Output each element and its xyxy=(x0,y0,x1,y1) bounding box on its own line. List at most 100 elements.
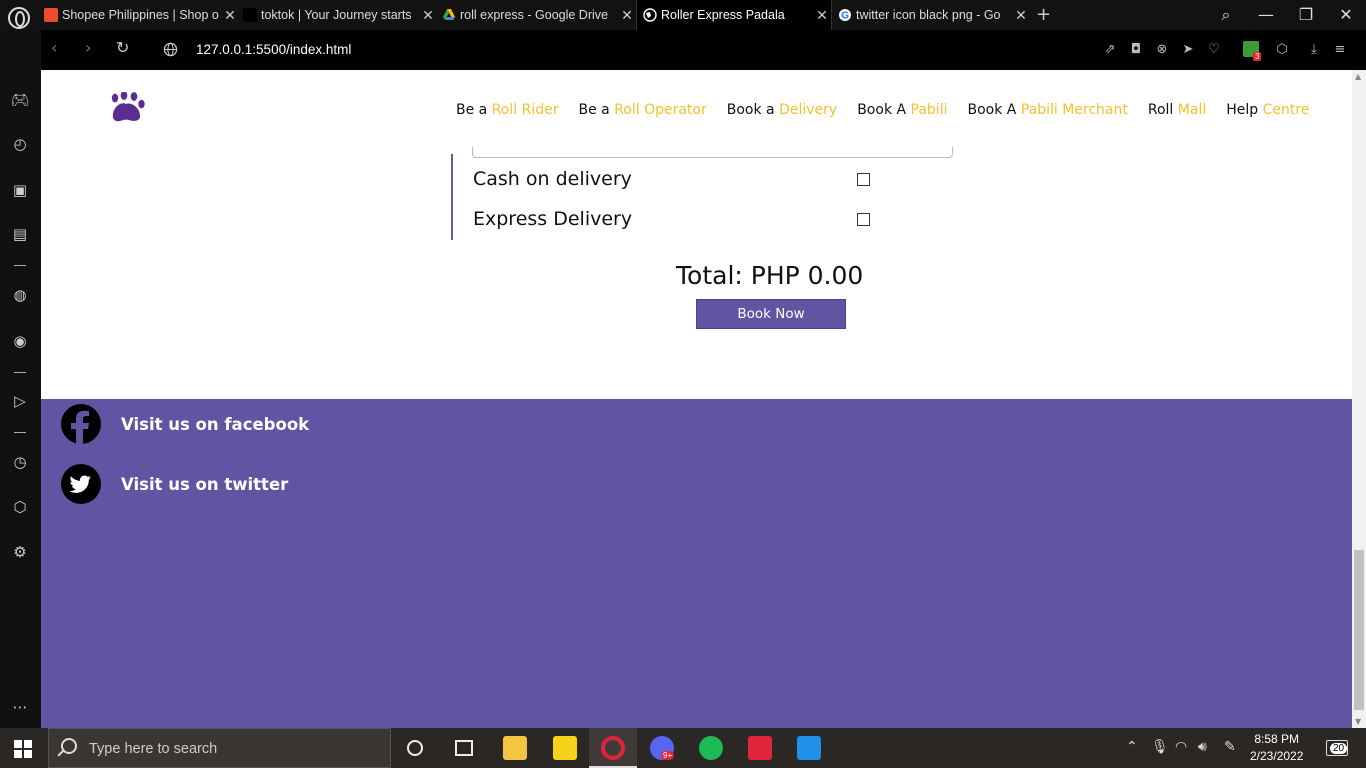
nav-book-delivery[interactable]: Book a Delivery xyxy=(727,102,837,118)
scroll-down-icon[interactable]: ▼ xyxy=(1355,717,1361,726)
gamepad-icon[interactable]: 🎮︎ xyxy=(10,90,30,110)
close-tab-icon[interactable]: ✕ xyxy=(221,7,239,24)
opera-browser-icon[interactable] xyxy=(601,736,625,760)
restore-icon[interactable]: ❐ xyxy=(1286,0,1326,30)
nav-prefix: Be a xyxy=(456,102,492,118)
scroll-up-icon[interactable]: ▲ xyxy=(1355,72,1361,81)
minimize-icon[interactable]: — xyxy=(1246,0,1286,30)
close-tab-icon[interactable]: ✕ xyxy=(813,7,831,24)
close-tab-icon[interactable]: ✕ xyxy=(618,7,636,24)
globe-icon xyxy=(643,8,657,22)
tab-title: toktok | Your Journey starts xyxy=(261,8,412,22)
nav-roll-operator[interactable]: Be a Roll Operator xyxy=(578,102,706,118)
clock-time: 8:58 PM xyxy=(1254,732,1300,746)
reload-icon[interactable]: ↻ xyxy=(116,38,129,57)
facebook-link-text: Visit us on facebook xyxy=(121,414,310,434)
cash-on-delivery-checkbox[interactable] xyxy=(857,173,870,186)
express-delivery-label: Express Delivery xyxy=(473,208,633,230)
messenger-icon[interactable]: ◍ xyxy=(10,285,30,305)
sticky-notes-icon[interactable] xyxy=(553,736,577,760)
tab-google-drive[interactable]: roll express - Google Drive ✕ xyxy=(442,0,636,30)
wifi-icon[interactable]: ◠ xyxy=(1175,739,1187,755)
nav-roll-mall[interactable]: Roll Mall xyxy=(1148,102,1206,118)
send-icon[interactable]: ➤ xyxy=(1179,41,1197,59)
settings-icon[interactable]: ⚙ xyxy=(10,542,30,562)
sidebar-divider xyxy=(14,265,26,266)
tab-roller-express[interactable]: Roller Express Padala ✕ xyxy=(636,0,832,30)
history-icon[interactable]: ◷ xyxy=(10,452,30,472)
nav-help-centre[interactable]: Help Centre xyxy=(1226,102,1309,118)
taskbar-clock[interactable]: 8:58 PM 2/23/2022 xyxy=(1250,731,1303,765)
download-icon[interactable]: ⤓ xyxy=(1305,41,1323,59)
file-explorer-icon[interactable] xyxy=(503,736,527,760)
nav-roll-rider[interactable]: Be a Roll Rider xyxy=(456,102,558,118)
windows-taskbar: Type here to search 9+ ⌃ 🎙︎ ◠ 🔊︎ ✎ 8:58 … xyxy=(0,728,1366,768)
heart-icon[interactable]: ♡ xyxy=(1205,41,1223,59)
nav-prefix: Roll xyxy=(1147,102,1178,118)
microphone-icon[interactable]: 🎙︎ xyxy=(1151,739,1169,755)
book-now-button[interactable]: Book Now xyxy=(696,299,846,329)
back-icon[interactable]: ‹ xyxy=(51,38,57,57)
whatsapp-icon[interactable]: ◉ xyxy=(10,331,30,351)
twitch-icon[interactable]: ▤ xyxy=(10,224,30,244)
easy-setup-icon[interactable]: ≡ xyxy=(1331,41,1349,59)
more-icon[interactable]: ⋯ xyxy=(10,697,30,717)
nav-prefix: Book A xyxy=(967,102,1021,118)
speed-dial-icon[interactable]: ◴ xyxy=(10,134,30,154)
tab-title: roll express - Google Drive xyxy=(460,8,608,22)
cube-icon[interactable]: ⬡ xyxy=(1273,41,1291,59)
url-field[interactable]: 127.0.0.1:5500/index.html xyxy=(196,42,351,57)
nav-pabili-merchant[interactable]: Book A Pabili Merchant xyxy=(967,102,1127,118)
form-input-field[interactable] xyxy=(472,147,953,158)
forward-icon[interactable]: › xyxy=(85,38,91,57)
extension-badge: 3 xyxy=(1253,52,1262,61)
paw-logo-icon[interactable] xyxy=(107,92,147,128)
adblock-icon[interactable]: ⊗ xyxy=(1153,41,1171,59)
briefcase-icon[interactable]: ▣ xyxy=(10,180,30,200)
notification-count: 20 xyxy=(1330,743,1348,754)
scrollbar-thumb[interactable] xyxy=(1354,550,1364,710)
close-window-icon[interactable]: ✕ xyxy=(1326,0,1366,30)
shopee-icon xyxy=(44,8,58,22)
tab-bar: Shopee Philippines | Shop o ✕ toktok | Y… xyxy=(0,0,1366,30)
tray-overflow-icon[interactable]: ⌃ xyxy=(1126,739,1138,755)
express-delivery-checkbox[interactable] xyxy=(857,213,870,226)
volume-icon[interactable]: 🔊︎ xyxy=(1198,739,1207,755)
nav-prefix: Book a xyxy=(726,102,780,118)
cortana-icon[interactable] xyxy=(407,740,423,756)
tab-toktok[interactable]: toktok | Your Journey starts ✕ xyxy=(243,0,437,30)
cash-on-delivery-label: Cash on delivery xyxy=(473,168,632,190)
nav-book-pabili[interactable]: Book A Pabili xyxy=(857,102,947,118)
nav-prefix: Help xyxy=(1226,102,1263,118)
nav-highlight: Pabili xyxy=(910,102,948,118)
svg-text:G: G xyxy=(841,11,849,22)
page-scrollbar[interactable]: ▲ ▼ xyxy=(1352,70,1366,728)
taskbar-search[interactable]: Type here to search xyxy=(48,728,391,768)
opera-menu-icon[interactable] xyxy=(8,7,30,29)
tab-shopee[interactable]: Shopee Philippines | Shop o ✕ xyxy=(44,0,239,30)
new-tab-icon[interactable]: + xyxy=(1036,4,1051,25)
nav-highlight: Delivery xyxy=(779,102,838,118)
close-tab-icon[interactable]: ✕ xyxy=(1012,7,1030,24)
tab-twitter-search[interactable]: G twitter icon black png - Go ✕ xyxy=(838,0,1030,30)
task-view-icon[interactable] xyxy=(455,740,473,756)
search-icon xyxy=(61,738,77,754)
share-icon[interactable]: ⇗ xyxy=(1101,41,1119,59)
close-tab-icon[interactable]: ✕ xyxy=(419,7,437,24)
pen-icon[interactable]: ✎ xyxy=(1224,739,1236,755)
nav-highlight: Mall xyxy=(1177,102,1207,118)
windows-start-icon[interactable] xyxy=(14,740,32,758)
snapshot-icon[interactable]: ◘ xyxy=(1127,41,1145,59)
google-icon: G xyxy=(839,9,851,22)
web-page: Be a Roll Rider Be a Roll Operator Book … xyxy=(41,70,1352,728)
facebook-link[interactable]: Visit us on facebook xyxy=(61,404,309,444)
player-icon[interactable]: ▷ xyxy=(10,391,30,411)
valorant-icon[interactable] xyxy=(748,736,772,760)
site-info-icon[interactable] xyxy=(163,42,178,57)
twitter-link[interactable]: Visit us on twitter xyxy=(61,464,288,504)
tab-search-icon[interactable]: ⌕ xyxy=(1206,0,1246,30)
twitter-icon xyxy=(61,464,101,504)
spotify-icon[interactable] xyxy=(699,736,723,760)
extensions-icon[interactable]: ⬡ xyxy=(10,497,30,517)
vscode-icon[interactable] xyxy=(797,736,821,760)
